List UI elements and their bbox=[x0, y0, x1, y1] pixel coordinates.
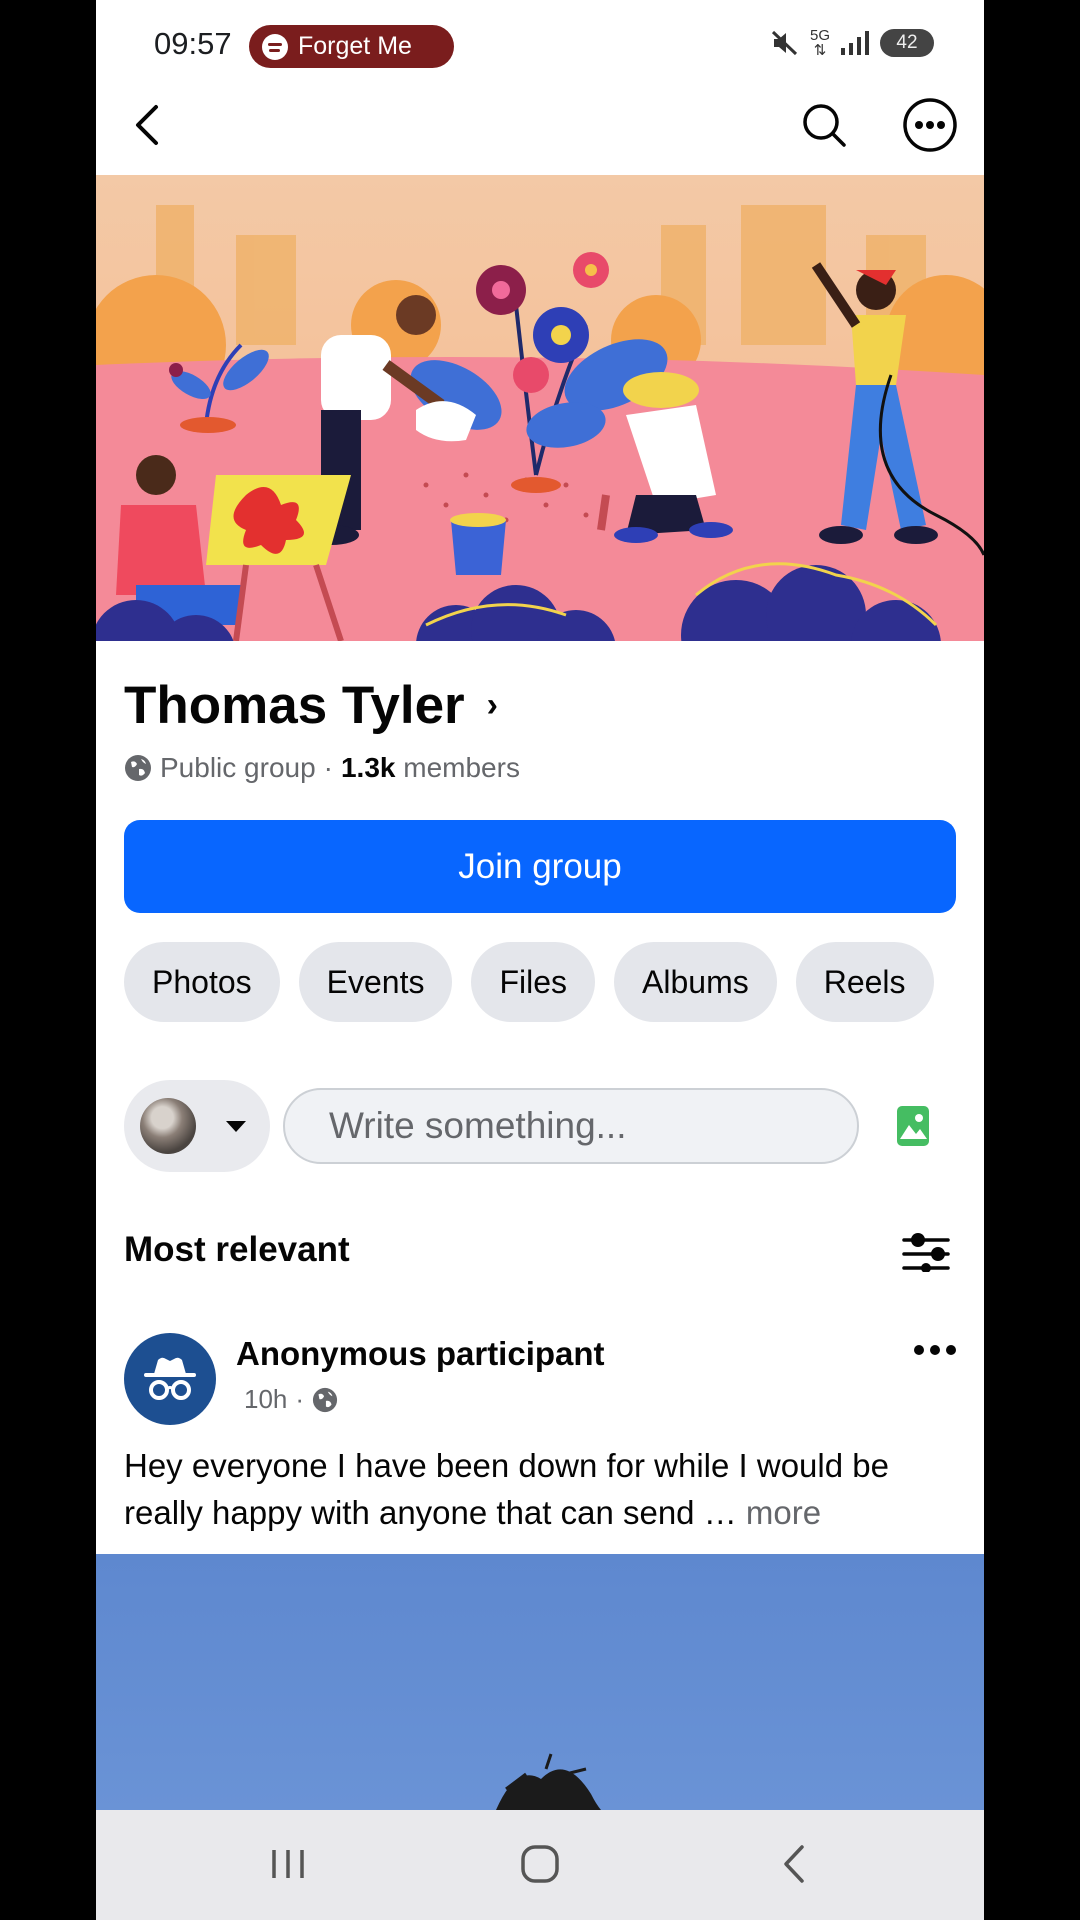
mute-icon bbox=[771, 30, 798, 56]
dot bbox=[914, 1345, 924, 1355]
globe-icon bbox=[125, 755, 151, 781]
status-bar: 09:57 Forget Me 5G ⇅ 42 bbox=[96, 0, 984, 95]
home-button[interactable] bbox=[518, 1842, 562, 1886]
post-meta-separator: · bbox=[295, 1384, 305, 1414]
app-screen: 09:57 Forget Me 5G ⇅ 42 Thomas Tyler › P… bbox=[96, 0, 984, 1920]
more-circle-icon bbox=[903, 98, 957, 152]
back-arrow-icon bbox=[784, 1845, 804, 1883]
recents-icon bbox=[272, 1850, 304, 1878]
chip-files[interactable]: Files bbox=[471, 942, 596, 1022]
post-body: Hey everyone I have been down for while … bbox=[124, 1442, 964, 1536]
chip-albums[interactable]: Albums bbox=[614, 942, 777, 1022]
now-playing-pill[interactable]: Forget Me bbox=[249, 25, 454, 68]
member-count: 1.3k bbox=[340, 752, 396, 783]
group-meta: Public group · 1.3k members bbox=[124, 752, 520, 784]
more-options-button[interactable] bbox=[901, 95, 959, 155]
signal-icon bbox=[841, 31, 869, 55]
chevron-left-icon bbox=[136, 105, 158, 145]
post-author[interactable]: Anonymous participant bbox=[236, 1335, 605, 1373]
group-section-chips: Photos Events Files Albums Reels bbox=[124, 942, 934, 1022]
status-icons: 5G ⇅ 42 bbox=[770, 28, 934, 58]
spotify-icon bbox=[262, 33, 288, 60]
join-group-button[interactable]: Join group bbox=[124, 820, 956, 913]
chip-events[interactable]: Events bbox=[298, 942, 453, 1022]
search-icon bbox=[803, 104, 846, 147]
chip-reels[interactable]: Reels bbox=[795, 942, 934, 1022]
see-more-link[interactable]: more bbox=[746, 1494, 821, 1531]
system-nav-bar bbox=[96, 1810, 984, 1920]
dot bbox=[930, 1345, 940, 1355]
caret-down-icon bbox=[226, 1120, 246, 1132]
back-button[interactable] bbox=[122, 95, 172, 155]
write-something-input[interactable]: Write something... bbox=[283, 1088, 859, 1164]
privacy-label: Public group bbox=[160, 752, 316, 783]
post-image[interactable] bbox=[96, 1554, 984, 1810]
sort-label: Most relevant bbox=[124, 1230, 350, 1269]
system-back-button[interactable] bbox=[772, 1842, 816, 1886]
post-options-button[interactable] bbox=[914, 1340, 962, 1360]
filter-sliders-icon[interactable] bbox=[902, 1232, 952, 1272]
battery-indicator: 42 bbox=[880, 29, 934, 57]
now-playing-label: Forget Me bbox=[298, 32, 412, 60]
post-time[interactable]: 10h bbox=[244, 1384, 287, 1415]
network-type: 5G ⇅ bbox=[809, 27, 830, 59]
recent-apps-button[interactable] bbox=[266, 1842, 310, 1886]
dot bbox=[946, 1345, 956, 1355]
meta-separator: · bbox=[323, 752, 333, 783]
globe-icon bbox=[312, 1387, 338, 1412]
post-meta: 10h · bbox=[244, 1384, 338, 1415]
anonymous-avatar[interactable] bbox=[124, 1333, 216, 1425]
group-name: Thomas Tyler bbox=[124, 676, 465, 735]
top-nav bbox=[96, 95, 984, 175]
status-time: 09:57 bbox=[154, 26, 232, 61]
group-title[interactable]: Thomas Tyler › bbox=[124, 675, 498, 736]
search-button[interactable] bbox=[796, 95, 852, 155]
anonymous-incognito-icon bbox=[144, 1357, 196, 1400]
palm-silhouette bbox=[496, 1753, 601, 1810]
members-label: members bbox=[403, 752, 520, 783]
photo-icon[interactable] bbox=[896, 1105, 930, 1147]
profile-switcher[interactable] bbox=[124, 1080, 270, 1172]
avatar bbox=[140, 1098, 196, 1154]
home-icon bbox=[521, 1845, 559, 1883]
member-count-wrap[interactable]: 1.3k members bbox=[341, 752, 520, 784]
chevron-right-icon: › bbox=[486, 686, 498, 724]
group-cover-image[interactable] bbox=[96, 175, 984, 641]
chip-photos[interactable]: Photos bbox=[124, 942, 280, 1022]
